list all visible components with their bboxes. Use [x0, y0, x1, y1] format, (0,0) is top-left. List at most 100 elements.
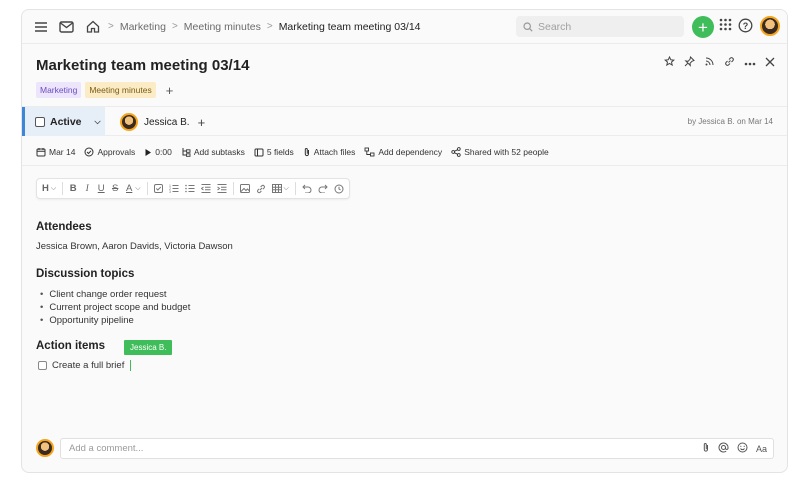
table-icon[interactable]	[271, 184, 282, 193]
attendees-text[interactable]: Jessica Brown, Aaron Davids, Victoria Da…	[36, 241, 233, 252]
add-dependency-button[interactable]: Add dependency	[364, 147, 442, 157]
action-item-checkbox[interactable]	[38, 361, 47, 370]
list-item[interactable]: Opportunity pipeline	[40, 314, 190, 327]
search-input[interactable]: Search	[516, 16, 684, 37]
heading-dropdown[interactable]: H ⌵	[42, 183, 56, 194]
shared-with-button[interactable]: Shared with 52 people	[451, 147, 549, 157]
status-label: Active	[50, 115, 82, 128]
task-window: > Marketing > Meeting minutes > Marketin…	[21, 9, 788, 473]
pin-icon[interactable]	[684, 55, 695, 70]
fields-icon	[254, 148, 264, 156]
comment-input[interactable]: Add a comment... Aa	[60, 438, 774, 459]
indent-icon[interactable]	[216, 184, 227, 193]
underline-icon[interactable]: U	[97, 183, 105, 194]
dependency-icon	[364, 147, 375, 157]
breadcrumb-separator: >	[171, 21, 178, 32]
home-icon[interactable]	[82, 16, 104, 38]
paperclip-icon	[304, 148, 309, 157]
timer-field[interactable]: 0:00	[144, 147, 172, 157]
tag-meeting-minutes[interactable]: Meeting minutes	[85, 82, 156, 98]
date-field[interactable]: Mar 14	[36, 147, 75, 157]
tag-list: Marketing Meeting minutes +	[36, 82, 173, 98]
add-assignee-icon[interactable]: +	[198, 115, 206, 130]
image-icon[interactable]	[239, 184, 250, 193]
date-label: Mar 14	[49, 147, 76, 157]
text-format-icon[interactable]: Aa	[756, 444, 767, 454]
user-avatar[interactable]	[760, 16, 780, 36]
emoji-icon[interactable]	[737, 442, 748, 455]
link-icon[interactable]	[724, 56, 735, 70]
mention-icon[interactable]	[718, 442, 729, 455]
inbox-icon[interactable]	[55, 16, 77, 38]
text-color-icon[interactable]: A	[125, 183, 133, 194]
add-tag-icon[interactable]: +	[166, 83, 174, 98]
create-new-button[interactable]: +	[692, 16, 714, 38]
complete-checkbox[interactable]	[35, 116, 45, 127]
list-item[interactable]: Client change order request	[40, 288, 190, 301]
outdent-icon[interactable]	[200, 184, 211, 193]
toolbar-separator	[294, 182, 296, 195]
editor-toolbar: H ⌵ B I U S A ⌵ 123 ⌵	[36, 178, 350, 199]
checklist-icon[interactable]	[153, 184, 163, 193]
paperclip-icon[interactable]	[702, 442, 710, 455]
breadcrumb-item-marketing[interactable]: Marketing	[120, 21, 166, 33]
add-subtasks-button[interactable]: Add subtasks	[181, 147, 245, 157]
chevron-down-icon[interactable]: ⌵	[284, 185, 289, 193]
approvals-label: Approvals	[97, 147, 136, 157]
tag-marketing[interactable]: Marketing	[36, 82, 82, 98]
history-icon[interactable]	[334, 184, 344, 194]
comment-avatar	[36, 439, 54, 457]
breadcrumb: > Marketing > Meeting minutes > Marketin…	[108, 21, 421, 33]
topics-list: Client change order request Current proj…	[40, 288, 190, 327]
star-icon[interactable]	[663, 55, 676, 70]
assignee-name: Jessica B.	[144, 116, 190, 128]
rss-feed-icon[interactable]	[704, 56, 715, 70]
calendar-icon	[36, 148, 46, 157]
timer-label: 0:00	[155, 147, 172, 157]
strikethrough-icon[interactable]: S	[111, 183, 119, 194]
toolbar-separator	[146, 182, 148, 195]
collaborator-cursor	[130, 360, 132, 371]
bold-icon[interactable]: B	[69, 183, 77, 194]
attach-files-button[interactable]: Attach files	[303, 147, 355, 157]
bullet-list-icon[interactable]	[184, 184, 195, 193]
attendees-heading[interactable]: Attendees	[36, 221, 92, 233]
collaborator-cursor-label: Jessica B.	[124, 340, 173, 355]
action-item-text[interactable]: Create a full brief	[52, 360, 124, 371]
dependency-label: Add dependency	[378, 147, 443, 157]
assignee[interactable]: Jessica B. +	[120, 113, 205, 131]
assignee-avatar	[120, 113, 138, 131]
comment-actions: Aa	[702, 442, 767, 455]
status-row: Active ⌵ Jessica B. + by Jessica B. on M…	[22, 106, 787, 136]
link-icon[interactable]	[256, 184, 266, 194]
task-title[interactable]: Marketing team meeting 03/14	[36, 57, 249, 74]
approvals-field[interactable]: Approvals	[84, 147, 135, 157]
discussion-heading[interactable]: Discussion topics	[36, 268, 134, 280]
italic-icon[interactable]: I	[83, 184, 91, 194]
undo-icon[interactable]	[302, 184, 312, 193]
check-circle-icon	[84, 147, 94, 157]
list-item[interactable]: Current project scope and budget	[40, 301, 190, 314]
search-icon	[523, 21, 533, 32]
divider	[22, 165, 787, 166]
top-bar: > Marketing > Meeting minutes > Marketin…	[22, 10, 787, 44]
heading-label: H	[42, 183, 49, 194]
apps-grid-icon[interactable]	[719, 18, 732, 36]
more-options-icon[interactable]	[744, 57, 756, 69]
subtasks-label: Add subtasks	[193, 147, 245, 157]
close-icon[interactable]	[765, 57, 775, 70]
action-item: Create a full brief	[38, 360, 132, 371]
action-items-heading[interactable]: Action items	[36, 340, 105, 352]
help-icon[interactable]: ?	[738, 18, 753, 38]
menu-icon[interactable]	[30, 16, 52, 38]
fields-label: 5 fields	[266, 147, 294, 157]
chevron-down-icon[interactable]: ⌵	[135, 185, 140, 193]
share-icon	[451, 147, 461, 157]
redo-icon[interactable]	[318, 184, 328, 193]
fields-button[interactable]: 5 fields	[254, 147, 294, 157]
breadcrumb-item-meeting-minutes[interactable]: Meeting minutes	[184, 21, 261, 33]
toolbar-separator	[232, 182, 234, 195]
numbered-list-icon[interactable]: 123	[169, 184, 179, 193]
status-dropdown[interactable]: Active ⌵	[22, 107, 105, 136]
shared-label: Shared with 52 people	[464, 147, 549, 157]
